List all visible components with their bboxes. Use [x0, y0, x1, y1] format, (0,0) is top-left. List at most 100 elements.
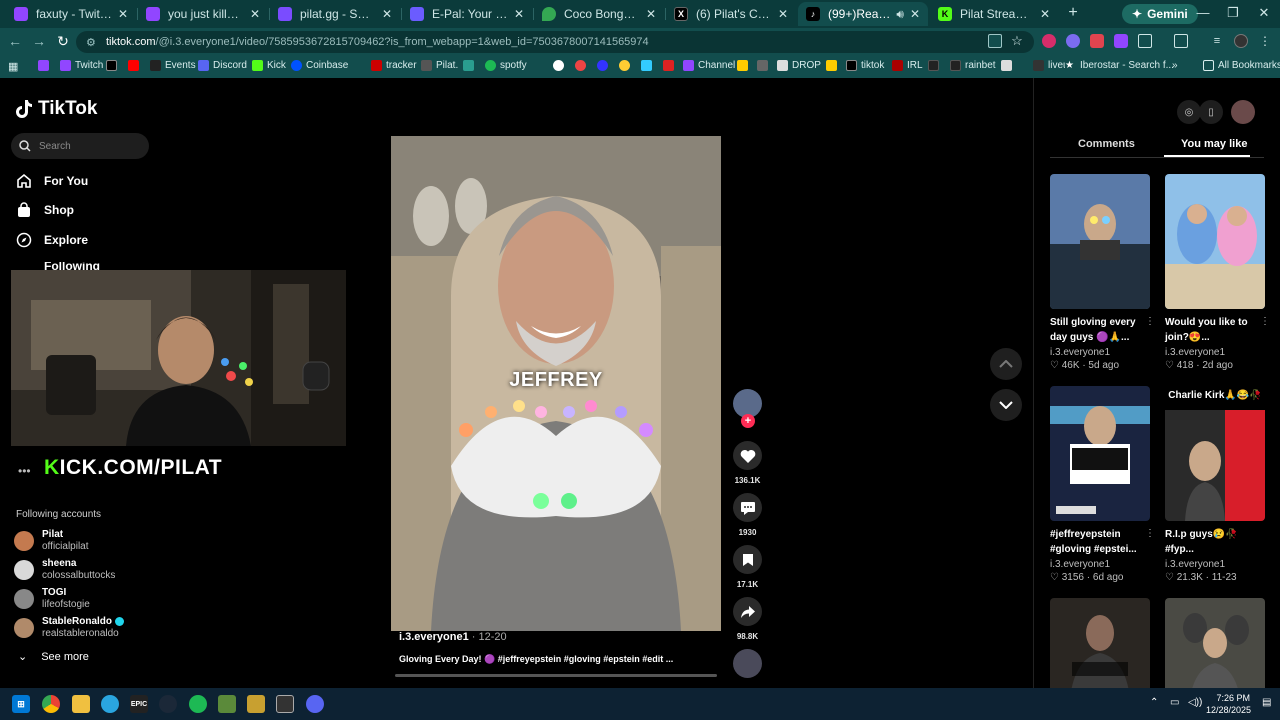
browser-tab[interactable]: K Pilat Stream - Watch Liv ✕ [930, 2, 1058, 26]
close-icon[interactable]: ✕ [910, 7, 920, 21]
minecraft-icon[interactable] [218, 695, 236, 713]
bookmark-kick[interactable]: Kick [252, 60, 286, 71]
bookmark[interactable] [575, 60, 586, 71]
video-thumbnail[interactable] [1165, 598, 1265, 688]
close-icon[interactable]: ✕ [118, 7, 128, 21]
cast-icon[interactable] [988, 34, 1002, 48]
tiktok-logo[interactable]: TikTok [16, 98, 97, 120]
see-more-button[interactable]: ⌄ See more [18, 650, 89, 664]
previous-video-button[interactable] [990, 348, 1022, 380]
video-thumbnail[interactable] [1050, 598, 1150, 688]
back-icon[interactable]: ← [6, 33, 24, 49]
more-dots-icon[interactable]: ••• [18, 464, 31, 478]
bookmark-coinbase[interactable]: Coinbase [291, 60, 348, 71]
recommended-video-card[interactable]: #jeffreyepstein #gloving #epstei... i.3.… [1050, 386, 1155, 583]
card-user[interactable]: i.3.everyone1 [1165, 347, 1265, 358]
bookmark[interactable] [641, 60, 652, 71]
recommended-video-card[interactable] [1050, 598, 1150, 688]
nav-for-you[interactable]: For You [16, 173, 88, 189]
browser-tab[interactable]: you just killed me you - ✕ [138, 2, 268, 26]
nav-following[interactable]: Following [16, 262, 100, 270]
bookmark[interactable] [928, 60, 939, 71]
card-user[interactable]: i.3.everyone1 [1050, 347, 1150, 358]
nav-explore[interactable]: Explore [16, 232, 88, 248]
video-progress-bar[interactable] [395, 674, 717, 677]
sound-disc-avatar[interactable] [733, 649, 762, 678]
star-icon[interactable]: ☆ [1010, 34, 1024, 48]
tab-comments[interactable]: Comments [1078, 138, 1135, 150]
browser-tab[interactable]: pilat.gg - Shuffle Leade ✕ [270, 2, 400, 26]
new-tab-button[interactable]: + [1064, 4, 1082, 22]
forward-icon[interactable]: → [30, 33, 48, 49]
bookmark-spotify[interactable]: spotfy [485, 60, 527, 71]
video-player[interactable]: JEFFREY [391, 136, 721, 631]
video-author-line[interactable]: i.3.everyone1 · 12-20 [399, 631, 507, 643]
card-menu-icon[interactable]: ⋮ [1260, 316, 1270, 327]
media-icon[interactable]: ≡ [1210, 34, 1224, 48]
speaker-icon[interactable]: 🔊︎ [896, 7, 904, 22]
bookmark-youtube[interactable] [128, 60, 139, 71]
bookmark-discord[interactable]: Discord [198, 60, 247, 71]
recommended-video-card[interactable]: Would you like to join?😍... i.3.everyone… [1165, 174, 1270, 371]
apps-icon[interactable]: ▦ [8, 60, 18, 73]
recommended-video-card[interactable]: Charlie Kirk🙏😂🥀 R.I.p guys😢🥀 #fyp... i.3… [1165, 386, 1265, 583]
video-thumbnail[interactable] [1165, 174, 1265, 309]
bookmark-events[interactable]: Events [150, 60, 196, 71]
bookmark-iberostar[interactable]: ★ Iberostar - Search f... [1065, 60, 1174, 71]
follow-plus-icon[interactable]: + [741, 414, 755, 428]
close-icon[interactable]: ✕ [778, 7, 788, 21]
discord-icon[interactable] [306, 695, 324, 713]
card-user[interactable]: i.3.everyone1 [1165, 559, 1265, 570]
app-icon[interactable] [101, 695, 119, 713]
steam-icon[interactable] [159, 695, 177, 713]
app-icon[interactable] [247, 695, 265, 713]
browser-tab[interactable]: X (6) Pilat's Community C ✕ [666, 2, 796, 26]
reload-icon[interactable]: ↻ [54, 33, 72, 50]
tray-chevron-icon[interactable]: ⌃ [1150, 697, 1158, 708]
bookmark[interactable] [826, 60, 837, 71]
puzzle-icon[interactable] [1138, 34, 1152, 48]
app-icon[interactable] [276, 695, 294, 713]
network-icon[interactable]: ▭ [1170, 697, 1179, 708]
close-icon[interactable]: ✕ [1040, 7, 1050, 21]
gemini-button[interactable]: ✦ Gemini [1122, 4, 1198, 24]
windows-start-icon[interactable]: ⊞ [12, 695, 30, 713]
following-account[interactable]: sheena colossalbuttocks [14, 558, 115, 582]
system-clock[interactable]: 7:26 PM 12/28/2025 [1206, 692, 1251, 716]
bookmark-drop[interactable]: DROP [777, 60, 821, 71]
card-user[interactable]: i.3.everyone1 [1050, 559, 1150, 570]
browser-tab[interactable]: faxuty - Twitch ✕ [6, 2, 136, 26]
bookmark-rainbet[interactable]: rainbet [950, 60, 996, 71]
chrome-icon[interactable] [42, 695, 60, 713]
bookmark-tiktok[interactable]: tiktok [846, 60, 884, 71]
bookmark-twitch[interactable]: Twitch [60, 60, 103, 71]
comment-button[interactable] [733, 493, 762, 522]
next-video-button[interactable] [990, 389, 1022, 421]
bookmark[interactable] [663, 60, 674, 71]
bookmark[interactable] [38, 60, 49, 71]
save-button[interactable] [733, 545, 762, 574]
browser-tab[interactable]: E-Pal: Your Kind Teamm ✕ [402, 2, 532, 26]
bookmark[interactable] [1001, 60, 1012, 71]
compass-small-icon[interactable]: ◎ [1177, 100, 1201, 124]
like-button[interactable] [733, 441, 762, 470]
volume-icon[interactable]: ◁)) [1188, 697, 1202, 708]
card-menu-icon[interactable]: ⋮ [1145, 528, 1155, 539]
url-bar[interactable]: ⚙︎ tiktok.com/@i.3.everyone1/video/75859… [76, 31, 1034, 53]
notification-icon[interactable]: ▤ [1262, 697, 1271, 708]
following-account[interactable]: Pilat officialpilat [14, 529, 89, 553]
spotify-icon[interactable] [189, 695, 207, 713]
search-input[interactable]: Search [11, 133, 149, 159]
file-explorer-icon[interactable] [72, 695, 90, 713]
share-button[interactable] [733, 597, 762, 626]
bookmark[interactable] [1020, 60, 1031, 71]
bookmark-irl[interactable]: IRL [892, 60, 923, 71]
bookmark-tracker[interactable]: tracker [371, 60, 417, 71]
bookmark-liveu[interactable]: liveu [1033, 60, 1069, 71]
extension-icon[interactable] [1114, 34, 1128, 48]
close-icon[interactable]: ✕ [646, 7, 656, 21]
restore-icon[interactable]: ❐ [1223, 5, 1243, 21]
recommended-video-card[interactable] [1165, 598, 1265, 688]
bookmark[interactable] [757, 60, 768, 71]
video-author[interactable]: i.3.everyone1 [399, 631, 469, 643]
